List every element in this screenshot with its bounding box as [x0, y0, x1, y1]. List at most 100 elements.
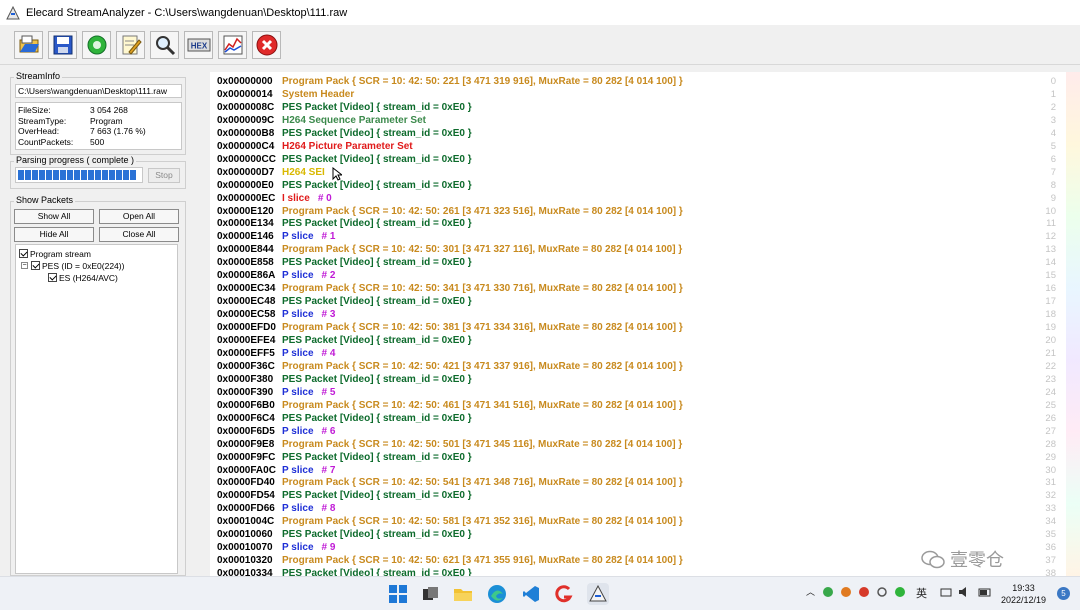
- packet-row[interactable]: 0x0000EC34 Program Pack { SCR = 10: 42: 5…: [210, 282, 1080, 295]
- battery-icon[interactable]: [978, 586, 992, 598]
- packet-row[interactable]: 0x0000E120 Program Pack { SCR = 10: 42: 5…: [210, 205, 1080, 218]
- packet-row[interactable]: 0x0000E86A P slice # 2 15: [210, 269, 1080, 282]
- slice-number: # 2: [321, 270, 336, 282]
- checkbox[interactable]: [48, 273, 57, 282]
- packet-index: 28: [1045, 438, 1056, 450]
- packet-row[interactable]: 0x000000CC PES Packet [Video] { stream_id…: [210, 153, 1080, 166]
- packet-type-text: Program Pack { SCR = 10: 42: 50: 541 [3 …: [282, 477, 683, 489]
- packet-row[interactable]: 0x000000C4 H264 Picture Parameter Set 5: [210, 140, 1080, 153]
- packet-row[interactable]: 0x0000EFD0 Program Pack { SCR = 10: 42: 5…: [210, 321, 1080, 334]
- packet-row[interactable]: 0x0000EFE4 PES Packet [Video] { stream_id…: [210, 334, 1080, 347]
- tray-chevron-icon[interactable]: ︿: [806, 585, 815, 598]
- packet-row[interactable]: 0x0001004C Program Pack { SCR = 10: 42: 5…: [210, 515, 1080, 528]
- keyboard-icon[interactable]: [940, 586, 952, 598]
- packet-type-text: PES Packet [Video] { stream_id = 0xE0 }: [282, 153, 472, 165]
- close-all-button[interactable]: Close All: [99, 227, 179, 242]
- packet-index: 31: [1045, 477, 1056, 489]
- packet-offset: 0x0000F36C: [217, 360, 275, 372]
- packet-row[interactable]: 0x0000E146 P slice # 1 12: [210, 230, 1080, 243]
- packet-row[interactable]: 0x0000E858 PES Packet [Video] { stream_id…: [210, 256, 1080, 269]
- packet-index: 6: [1050, 153, 1056, 165]
- packet-row[interactable]: 0x0000F390 P slice # 5 24: [210, 386, 1080, 399]
- packet-row[interactable]: 0x00000000 Program Pack { SCR = 10: 42: 5…: [210, 75, 1080, 88]
- checkbox[interactable]: [31, 261, 40, 270]
- file-explorer-icon[interactable]: [452, 583, 474, 605]
- packet-type-text: P slice: [282, 503, 314, 515]
- save-button[interactable]: [48, 30, 77, 59]
- stop-button[interactable]: Stop: [148, 168, 180, 183]
- file-path: C:\Users\wangdenuan\Desktop\111.raw: [15, 84, 182, 98]
- tray-app-icon[interactable]: [858, 586, 870, 598]
- clock[interactable]: 19:33 2022/12/19: [1001, 582, 1046, 606]
- packet-index: 27: [1045, 425, 1056, 437]
- packet-row[interactable]: 0x000000EC I slice # 0 9: [210, 192, 1080, 205]
- tree-item-pes[interactable]: − PES (ID = 0xE0(224)): [21, 260, 124, 271]
- windows-start-icon[interactable]: [387, 583, 409, 605]
- ime-indicator[interactable]: 英: [916, 585, 927, 601]
- tree-item-es[interactable]: ES (H264/AVC): [48, 272, 118, 283]
- collapse-icon[interactable]: −: [21, 262, 28, 269]
- packet-list[interactable]: 0x00000000 Program Pack { SCR = 10: 42: 5…: [210, 72, 1080, 576]
- hex-button[interactable]: HEX: [184, 30, 213, 59]
- packet-row[interactable]: 0x0000E134 PES Packet [Video] { stream_id…: [210, 217, 1080, 230]
- volume-icon[interactable]: [958, 586, 972, 598]
- packet-row[interactable]: 0x0000E844 Program Pack { SCR = 10: 42: 5…: [210, 243, 1080, 256]
- show-all-button[interactable]: Show All: [14, 209, 94, 224]
- edge-icon[interactable]: [486, 583, 508, 605]
- packet-row[interactable]: 0x0000F6C4 PES Packet [Video] { stream_id…: [210, 412, 1080, 425]
- packet-row[interactable]: 0x0000FD66 P slice # 8 33: [210, 502, 1080, 515]
- open-button[interactable]: [14, 30, 43, 59]
- vscode-icon[interactable]: [520, 583, 542, 605]
- packet-row[interactable]: 0x00010060 PES Packet [Video] { stream_id…: [210, 528, 1080, 541]
- packet-type-text: Program Pack { SCR = 10: 42: 50: 421 [3 …: [282, 360, 683, 372]
- packet-index: 3: [1050, 114, 1056, 126]
- checkbox[interactable]: [19, 249, 28, 258]
- hide-all-button[interactable]: Hide All: [14, 227, 94, 242]
- search-button[interactable]: [150, 30, 179, 59]
- packet-row[interactable]: 0x00000014 System Header 1: [210, 88, 1080, 101]
- packet-index: 35: [1045, 529, 1056, 541]
- tree-item-program-stream[interactable]: Program stream: [19, 248, 91, 259]
- progress-segment: [60, 170, 66, 180]
- packet-row[interactable]: 0x0000009C H264 Sequence Parameter Set 3: [210, 114, 1080, 127]
- packet-row[interactable]: 0x0000EC58 P slice # 3 18: [210, 308, 1080, 321]
- slice-number: # 5: [321, 386, 336, 398]
- task-view-icon[interactable]: [419, 583, 441, 605]
- packet-row[interactable]: 0x0000008C PES Packet [Video] { stream_id…: [210, 101, 1080, 114]
- packet-row[interactable]: 0x0000FD54 PES Packet [Video] { stream_id…: [210, 489, 1080, 502]
- open-all-button[interactable]: Open All: [99, 209, 179, 224]
- refresh-button[interactable]: [82, 30, 111, 59]
- packet-row[interactable]: 0x0000EC48 PES Packet [Video] { stream_id…: [210, 295, 1080, 308]
- window-title: Elecard StreamAnalyzer - C:\Users\wangde…: [26, 6, 348, 19]
- packet-index: 7: [1050, 166, 1056, 178]
- packet-row[interactable]: 0x0000F9E8 Program Pack { SCR = 10: 42: 5…: [210, 438, 1080, 451]
- packet-row[interactable]: 0x0000EFF5 P slice # 4 21: [210, 347, 1080, 360]
- app-g-icon[interactable]: [553, 583, 575, 605]
- packet-row[interactable]: 0x0000F36C Program Pack { SCR = 10: 42: 5…: [210, 360, 1080, 373]
- packet-index: 11: [1046, 218, 1056, 230]
- packet-offset: 0x0000008C: [217, 101, 275, 113]
- notification-badge[interactable]: 5: [1057, 587, 1070, 600]
- streamanalyzer-icon[interactable]: [587, 583, 609, 605]
- packet-row[interactable]: 0x000000B8 PES Packet [Video] { stream_id…: [210, 127, 1080, 140]
- packet-type-text: PES Packet [Video] { stream_id = 0xE0 }: [282, 568, 472, 576]
- packet-row[interactable]: 0x0000FA0C P slice # 7 30: [210, 464, 1080, 477]
- save-icon: [53, 35, 72, 54]
- close-button[interactable]: [252, 30, 281, 59]
- tray-app-icon[interactable]: [894, 586, 906, 598]
- packet-row[interactable]: 0x0000F380 PES Packet [Video] { stream_id…: [210, 373, 1080, 386]
- tray-app-icon[interactable]: [822, 586, 834, 598]
- packet-row[interactable]: 0x0000F6D5 P slice # 6 27: [210, 425, 1080, 438]
- packet-description: Program Pack { SCR = 10: 42: 50: 621 [3 …: [282, 554, 683, 567]
- tray-app-icon[interactable]: [840, 586, 852, 598]
- packet-offset: 0x0000F9FC: [217, 451, 276, 463]
- chart-button[interactable]: [218, 30, 247, 59]
- packet-row[interactable]: 0x0000FD40 Program Pack { SCR = 10: 42: 5…: [210, 476, 1080, 489]
- packet-description: P slice # 8: [282, 502, 335, 515]
- clock-date: 2022/12/19: [1000, 595, 1046, 605]
- packet-row[interactable]: 0x0000F9FC PES Packet [Video] { stream_id…: [210, 451, 1080, 464]
- edit-button[interactable]: [116, 30, 145, 59]
- packet-row[interactable]: 0x0000F6B0 Program Pack { SCR = 10: 42: 5…: [210, 399, 1080, 412]
- tray-app-icon[interactable]: [876, 586, 888, 598]
- chart-icon: [223, 35, 242, 54]
